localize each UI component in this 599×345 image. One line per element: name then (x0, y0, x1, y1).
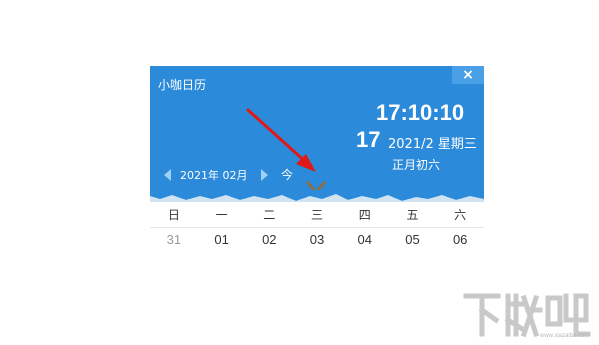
day-cell[interactable]: 05 (389, 232, 437, 244)
lunar-date: 正月初六 (392, 158, 441, 172)
weekday-header-row: 日 一 二 三 四 五 六 (150, 206, 484, 228)
weekday-sat: 六 (454, 208, 467, 222)
day-row: 31 01 02 03 04 05 06 (150, 232, 484, 244)
weekday-tue: 二 (263, 208, 276, 222)
prev-month-icon[interactable] (164, 169, 172, 181)
day-cell[interactable]: 06 (436, 232, 484, 244)
day-cell[interactable]: 01 (198, 232, 246, 244)
day-cell[interactable]: 04 (341, 232, 389, 244)
month-label: 2021年 02月 (180, 169, 248, 182)
day-cell[interactable]: 31 (150, 232, 198, 244)
weekday-sun: 日 (167, 208, 180, 222)
weekday-mon: 一 (215, 208, 228, 222)
day-cell[interactable]: 02 (245, 232, 293, 244)
clock-time: 17:10:10 (376, 100, 465, 125)
weekday-fri: 五 (406, 208, 419, 222)
weekday-thu: 四 (358, 208, 371, 222)
day-number: 17 (356, 127, 381, 152)
date-weekday: 2021/2 星期三 (388, 137, 477, 152)
watermark-url: www.xiazaiba.com (540, 333, 590, 339)
torn-edge-decoration (150, 190, 484, 202)
close-button[interactable]: × (452, 66, 484, 84)
day-cell[interactable]: 03 (293, 232, 341, 244)
annotation-arrow-icon (246, 108, 316, 172)
app-title: 小咖日历 (158, 78, 207, 92)
weekday-wed: 三 (311, 208, 324, 222)
